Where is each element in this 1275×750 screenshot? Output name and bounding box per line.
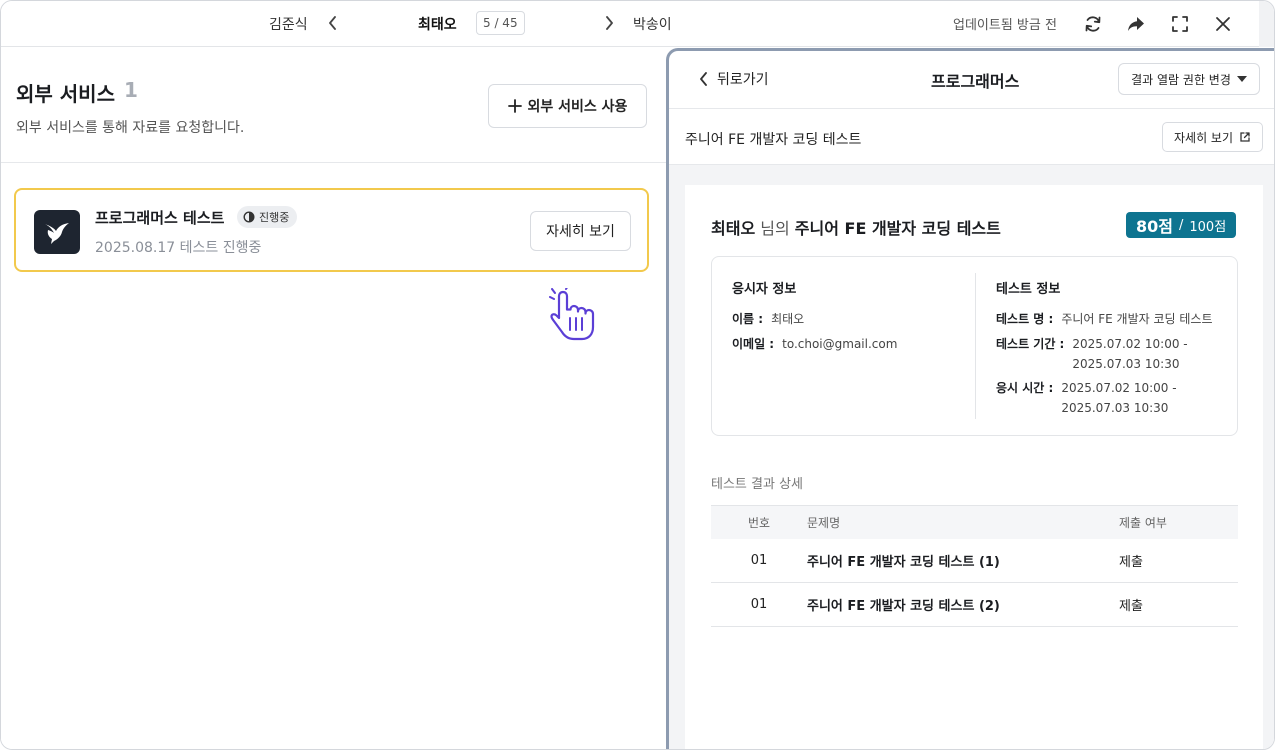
email-value: to.choi@gmail.com [782, 337, 898, 351]
chevron-left-icon [700, 72, 707, 86]
taken-time-label: 응시 시간 : [996, 381, 1054, 395]
test-period-value: 2025.07.02 10:00 - 2025.07.03 10:30 [1072, 334, 1187, 374]
candidate-name-row: 이름 : 최태오 [732, 309, 804, 329]
service-count: 1 [124, 78, 138, 102]
back-button[interactable]: 뒤로가기 [699, 69, 769, 89]
candidate-email-row: 이메일 : to.choi@gmail.com [732, 334, 897, 354]
service-card[interactable]: 프로그래머스 테스트 진행중 2025.08.17 테스트 진행중 자세히 보기 [14, 188, 649, 272]
taken-time-start: 2025.07.02 10:00 - [1061, 381, 1177, 395]
test-period-label: 테스트 기간 : [996, 337, 1065, 351]
score-total: 100점 [1189, 219, 1227, 235]
row-number: 01 [750, 597, 768, 612]
divider [1, 162, 667, 163]
test-name-value: 주니어 FE 개발자 코딩 테스트 [1061, 312, 1213, 326]
name-value: 최태오 [771, 312, 805, 326]
test-name: 주니어 FE 개발자 코딩 테스트 [685, 132, 862, 148]
view-details-button[interactable]: 자세히 보기 [530, 211, 631, 251]
programmers-detail-panel: 뒤로가기 프로그래머스 결과 열람 권한 변경 주니어 FE 개발자 코딩 테스… [666, 48, 1274, 749]
score-value: 80점 [1136, 217, 1173, 236]
refresh-icon[interactable] [1081, 12, 1105, 36]
table-row[interactable]: 01 주니어 FE 개발자 코딩 테스트 (2) 제출 [711, 583, 1238, 627]
test-name-label: 테스트 명 : [996, 312, 1054, 326]
report-test-title: 주니어 FE 개발자 코딩 테스트 [794, 219, 1001, 238]
report-candidate-name: 최태오 [711, 219, 756, 238]
taken-time-end: 2025.07.03 10:30 [1061, 401, 1169, 415]
fullscreen-icon[interactable] [1168, 12, 1192, 36]
row-submitted: 제출 [1119, 555, 1143, 570]
taken-time-value: 2025.07.02 10:00 - 2025.07.03 10:30 [1061, 378, 1176, 418]
report-title-connector: 님의 [755, 219, 795, 238]
info-divider [975, 273, 976, 419]
name-label: 이름 : [732, 312, 764, 326]
open-details-button[interactable]: 자세히 보기 [1162, 122, 1263, 152]
table-row[interactable]: 01 주니어 FE 개발자 코딩 테스트 (1) 제출 [711, 539, 1238, 583]
row-problem-name: 주니어 FE 개발자 코딩 테스트 (1) [807, 555, 1000, 570]
half-circle-status-icon [243, 211, 255, 223]
external-services-panel: 외부 서비스 1 외부 서비스를 통해 자료를 요청합니다. 외부 서비스 사용… [1, 48, 667, 749]
panel-title: 외부 서비스 [16, 82, 115, 106]
results-table: 번호 문제명 제출 여부 01 주니어 FE 개발자 코딩 테스트 (1) 제출… [711, 505, 1238, 627]
change-permission-label: 결과 열람 권한 변경 [1131, 72, 1231, 87]
report-background: 최태오 님의 주니어 FE 개발자 코딩 테스트 80점 / 100점 응시자 … [669, 165, 1274, 749]
detail-panel-header: 뒤로가기 프로그래머스 결과 열람 권한 변경 [669, 51, 1274, 109]
change-permission-dropdown[interactable]: 결과 열람 권한 변경 [1118, 63, 1260, 95]
hand-pointer-icon [549, 288, 595, 341]
app-window: 김준식 최태오 5 / 45 박송이 업데이트됨 방금 전 외부 서비스 1 외… [0, 0, 1275, 750]
status-label: 진행중 [259, 211, 290, 224]
close-icon[interactable] [1211, 12, 1235, 36]
column-header-problem: 문제명 [807, 516, 841, 530]
open-details-label: 자세히 보기 [1173, 130, 1233, 145]
info-box: 응시자 정보 이름 : 최태오 이메일 : to.choi@gmail.com … [711, 256, 1238, 436]
chevron-left-icon[interactable] [325, 14, 341, 32]
report-title: 최태오 님의 주니어 FE 개발자 코딩 테스트 [711, 215, 1001, 239]
test-subheader: 주니어 FE 개발자 코딩 테스트 자세히 보기 [669, 109, 1274, 165]
results-section-label: 테스트 결과 상세 [711, 477, 803, 492]
current-candidate-name: 최태오 [418, 17, 457, 33]
service-card-date: 2025.08.17 테스트 진행중 [95, 240, 262, 256]
table-header-row: 번호 문제명 제출 여부 [711, 505, 1238, 539]
column-header-submitted: 제출 여부 [1119, 516, 1167, 530]
prev-candidate-link[interactable]: 김준식 [269, 14, 308, 34]
test-name-row: 테스트 명 : 주니어 FE 개발자 코딩 테스트 [996, 309, 1213, 329]
score-separator: / [1179, 217, 1184, 233]
back-label: 뒤로가기 [717, 72, 769, 88]
test-period-end: 2025.07.03 10:30 [1072, 357, 1180, 371]
panel-description: 외부 서비스를 통해 자료를 요청합니다. [16, 120, 245, 136]
caret-down-icon [1236, 76, 1247, 82]
test-report: 최태오 님의 주니어 FE 개발자 코딩 테스트 80점 / 100점 응시자 … [685, 185, 1263, 749]
hummingbird-logo-icon [34, 210, 80, 254]
row-submitted: 제출 [1119, 599, 1143, 614]
test-period-row: 테스트 기간 : 2025.07.02 10:00 - 2025.07.03 1… [996, 334, 1188, 374]
column-header-number: 번호 [747, 516, 771, 530]
row-number: 01 [750, 553, 768, 568]
external-link-icon [1240, 132, 1250, 142]
status-badge: 진행중 [237, 206, 298, 228]
email-label: 이메일 : [732, 337, 775, 351]
candidate-counter-badge: 5 / 45 [476, 11, 525, 35]
update-status-text: 업데이트됨 방금 전 [953, 18, 1057, 33]
test-period-start: 2025.07.02 10:00 - [1072, 337, 1188, 351]
next-candidate-link[interactable]: 박송이 [633, 14, 672, 34]
taken-time-row: 응시 시간 : 2025.07.02 10:00 - 2025.07.03 10… [996, 378, 1177, 418]
plus-icon [507, 99, 522, 113]
share-icon[interactable] [1124, 12, 1148, 36]
use-external-service-label: 외부 서비스 사용 [527, 99, 628, 115]
scrollbar-track[interactable] [1259, 1, 1274, 47]
test-info-title: 테스트 정보 [996, 282, 1061, 297]
detail-panel-title: 프로그래머스 [931, 72, 1020, 91]
top-navigation-bar: 김준식 최태오 5 / 45 박송이 업데이트됨 방금 전 [1, 1, 1274, 47]
candidate-info-title: 응시자 정보 [732, 282, 797, 297]
service-card-title: 프로그래머스 테스트 [95, 209, 225, 227]
use-external-service-button[interactable]: 외부 서비스 사용 [488, 84, 647, 128]
chevron-right-icon[interactable] [601, 14, 617, 32]
score-badge: 80점 / 100점 [1126, 212, 1237, 238]
row-problem-name: 주니어 FE 개발자 코딩 테스트 (2) [807, 599, 1000, 614]
